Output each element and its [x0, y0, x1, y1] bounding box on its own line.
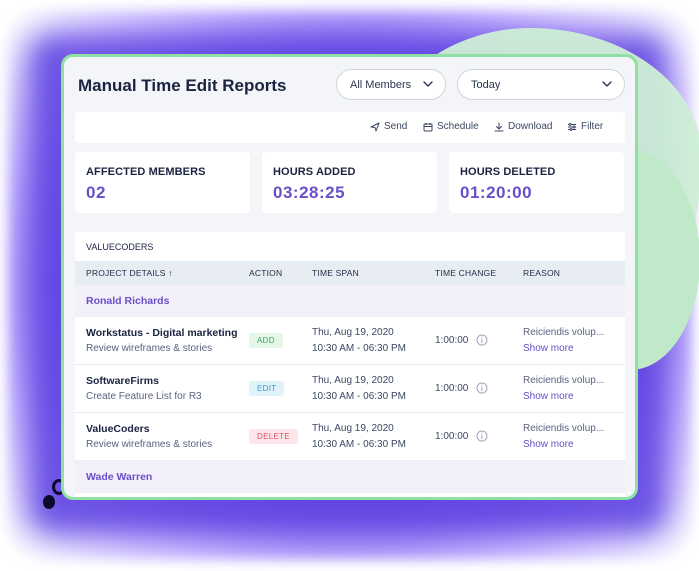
- chevron-down-icon: [602, 81, 612, 87]
- report-card: Manual Time Edit Reports All Members Tod…: [61, 54, 638, 500]
- time-span-date: Thu, Aug 19, 2020: [312, 423, 394, 434]
- reason-text: Reiciendis volup...: [523, 375, 605, 386]
- column-header-time-span[interactable]: TIME SPAN: [312, 268, 359, 278]
- members-select-value: All Members: [350, 78, 412, 91]
- time-span-range: 10:30 AM - 06:30 PM: [312, 343, 406, 354]
- download-button[interactable]: Download: [494, 121, 552, 132]
- table-row: Workstatus - Digital marketing Review wi…: [75, 317, 625, 365]
- toolbar: Send Schedule Download Filter: [75, 112, 625, 143]
- table-row: SoftwareFirms Create Feature List for R3…: [75, 365, 625, 413]
- stat-affected-members: AFFECTED MEMBERS 02: [75, 152, 250, 213]
- schedule-icon: [423, 122, 433, 131]
- decorative-dot: [43, 495, 55, 509]
- column-header-project[interactable]: PROJECT DETAILS ↑: [86, 268, 173, 278]
- info-icon[interactable]: [476, 334, 488, 346]
- stat-value: 01:20:00: [460, 183, 533, 202]
- show-more-link[interactable]: Show more: [523, 439, 574, 450]
- column-header-action[interactable]: ACTION: [249, 268, 282, 278]
- time-span-date: Thu, Aug 19, 2020: [312, 375, 394, 386]
- schedule-label: Schedule: [437, 121, 479, 132]
- download-icon: [494, 122, 504, 131]
- table-header: PROJECT DETAILS ↑ ACTION TIME SPAN TIME …: [75, 261, 625, 285]
- stat-label: HOURS ADDED: [273, 166, 356, 178]
- group-row: Ronald Richards: [75, 285, 625, 317]
- schedule-button[interactable]: Schedule: [423, 121, 479, 132]
- filter-icon: [568, 122, 576, 131]
- table-row: ValueCoders Review wireframes & stories …: [75, 413, 625, 461]
- info-icon[interactable]: [476, 382, 488, 394]
- action-badge: DELETE: [249, 429, 298, 444]
- chevron-down-icon: [423, 81, 433, 87]
- stat-value: 03:28:25: [273, 183, 346, 202]
- filter-label: Filter: [581, 121, 604, 132]
- info-icon[interactable]: [476, 430, 488, 442]
- page-title: Manual Time Edit Reports: [78, 76, 287, 95]
- action-badge: ADD: [249, 333, 283, 348]
- project-name: Workstatus - Digital marketing: [86, 327, 238, 339]
- time-span-date: Thu, Aug 19, 2020: [312, 327, 394, 338]
- filter-button[interactable]: Filter: [567, 121, 603, 132]
- action-badge: EDIT: [249, 381, 285, 396]
- time-span-range: 10:30 AM - 06:30 PM: [312, 391, 406, 402]
- reason-text: Reiciendis volup...: [523, 423, 605, 434]
- group-row: Wade Warren: [75, 461, 625, 493]
- stat-hours-deleted: HOURS DELETED 01:20:00: [449, 152, 624, 213]
- date-select[interactable]: Today: [457, 69, 625, 100]
- send-button[interactable]: Send: [370, 121, 407, 132]
- time-change: 1:00:00: [435, 383, 469, 394]
- date-select-value: Today: [471, 78, 501, 91]
- group-member-name: Wade Warren: [86, 471, 153, 483]
- group-member-name: Ronald Richards: [86, 295, 170, 307]
- send-label: Send: [384, 121, 408, 132]
- show-more-link[interactable]: Show more: [523, 343, 574, 354]
- project-name: SoftwareFirms: [86, 375, 159, 387]
- project-name: ValueCoders: [86, 423, 150, 435]
- table-title: VALUECODERS: [86, 242, 154, 252]
- task-name: Review wireframes & stories: [86, 439, 213, 450]
- column-header-reason[interactable]: REASON: [523, 268, 560, 278]
- stat-label: HOURS DELETED: [460, 166, 556, 178]
- task-name: Create Feature List for R3: [86, 391, 202, 402]
- time-span-range: 10:30 AM - 06:30 PM: [312, 439, 406, 450]
- column-header-time-change[interactable]: TIME CHANGE: [435, 268, 496, 278]
- download-label: Download: [508, 121, 553, 132]
- time-change: 1:00:00: [435, 431, 469, 442]
- stat-label: AFFECTED MEMBERS: [86, 166, 206, 178]
- time-change: 1:00:00: [435, 335, 469, 346]
- send-icon: [370, 122, 380, 131]
- report-table: VALUECODERS PROJECT DETAILS ↑ ACTION TIM…: [75, 232, 625, 497]
- reason-text: Reiciendis volup...: [523, 327, 605, 338]
- members-select[interactable]: All Members: [336, 69, 446, 100]
- task-name: Review wireframes & stories: [86, 343, 213, 354]
- stat-value: 02: [86, 183, 106, 202]
- stat-hours-added: HOURS ADDED 03:28:25: [262, 152, 437, 213]
- show-more-link[interactable]: Show more: [523, 391, 574, 402]
